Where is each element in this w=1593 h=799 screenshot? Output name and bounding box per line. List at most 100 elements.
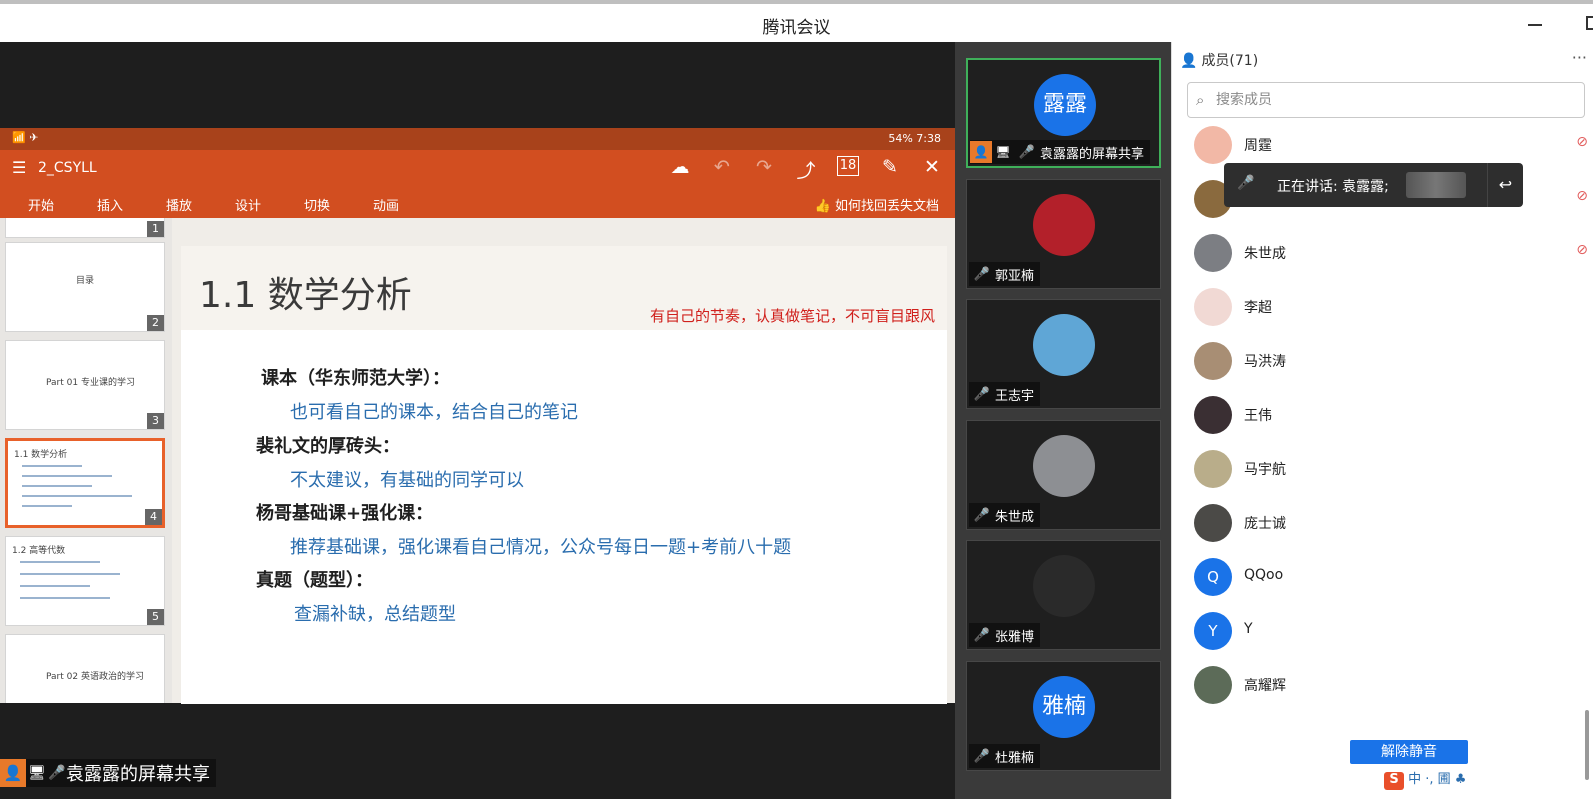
slide-text: 不太建议，有基础的同学可以 xyxy=(290,470,524,491)
person-icon: 👤 xyxy=(0,759,26,787)
search-icon: ⌕ xyxy=(1196,91,1205,109)
video-tile[interactable]: 🎤 王志宇 xyxy=(966,299,1161,409)
member-row[interactable]: 李超 xyxy=(1194,286,1574,330)
tab-start[interactable]: 开始 xyxy=(28,195,54,214)
video-tile[interactable]: 🎤 张雅博 xyxy=(966,540,1161,650)
search-input[interactable] xyxy=(1216,89,1576,111)
avatar: 露露 xyxy=(1034,74,1096,136)
unmute-button[interactable]: 解除静音 xyxy=(1350,740,1468,764)
person-icon: 👤 xyxy=(1180,53,1198,69)
member-row[interactable]: Q QQoo xyxy=(1194,556,1574,600)
page-count-icon[interactable]: 18 xyxy=(837,156,859,176)
avatar xyxy=(1033,435,1095,497)
slide-title: 1.1 数学分析 xyxy=(199,275,412,316)
window-title: 腾讯会议 xyxy=(762,18,831,38)
maximize-button[interactable] xyxy=(1586,16,1593,30)
slide-text: 推荐基础课，强化课看自己情况，公众号每日一题+考前八十题 xyxy=(290,537,792,558)
video-tiles: 露露 👤 🖥 🎤 袁露露的屏幕共享 🎤 郭亚楠 🎤 王志宇 🎤 朱世成 🎤 张雅… xyxy=(955,42,1171,799)
mic-muted-icon[interactable]: ⊘ xyxy=(1576,188,1588,204)
slide-heading: 真题（题型）： xyxy=(256,570,373,591)
mic-muted-icon[interactable]: ⊘ xyxy=(1576,134,1588,150)
video-tile[interactable]: 🎤 朱世成 xyxy=(966,420,1161,530)
tile-label: 🎤 杜雅楠 xyxy=(969,744,1041,768)
avatar xyxy=(1194,288,1232,326)
microphone-icon: 🎤 xyxy=(1018,144,1036,160)
slide-thumb[interactable]: 1 xyxy=(5,218,165,238)
ribbon: 开始 插入 播放 设计 切换 动画 👍 如何找回丢失文档 xyxy=(0,186,955,218)
member-row[interactable]: Y Y xyxy=(1194,610,1574,654)
speaking-indicator: 🎤 正在讲话: 袁露露; ↩ xyxy=(1224,163,1523,207)
mic-muted-icon: 🎤 xyxy=(973,507,991,523)
tab-animation[interactable]: 动画 xyxy=(373,195,399,214)
phone-status-bar: 📶 ✈ 54% 7:38 xyxy=(0,128,955,150)
mic-muted-icon[interactable]: 🎤 xyxy=(1236,175,1256,191)
avatar: Y xyxy=(1194,612,1232,650)
undo-icon[interactable]: ↶ xyxy=(711,156,733,183)
mic-muted-icon[interactable]: ⊘ xyxy=(1576,242,1588,258)
current-slide: 1.1 数学分析 有自己的节奏，认真做笔记，不可盲目跟风 课本（华东师范大学）：… xyxy=(181,246,947,704)
tab-insert[interactable]: 插入 xyxy=(97,195,123,214)
member-row[interactable]: 庞士诚 xyxy=(1194,502,1574,546)
shared-phone-screen: 📶 ✈ 54% 7:38 ☰ 2_CSYLL ☁ ↶ ↷ ⤴ 18 ✎ ✕ 开始… xyxy=(0,128,955,704)
slide-thumb[interactable]: 1.2 高等代数 5 xyxy=(5,536,165,626)
video-tile[interactable]: 🎤 郭亚楠 xyxy=(966,179,1161,289)
avatar xyxy=(1033,314,1095,376)
menu-icon[interactable]: ☰ xyxy=(12,158,26,177)
speaking-text: 正在讲话: 袁露露; xyxy=(1277,179,1389,195)
person-icon: 👤 xyxy=(970,141,992,163)
mic-muted-icon: 🎤 xyxy=(973,748,991,764)
slide-thumb-selected[interactable]: 1.1 数学分析 4 xyxy=(5,438,165,528)
slide-thumb[interactable]: Part 01 专业课的学习 3 xyxy=(5,340,165,430)
slide-thumb[interactable]: 目录 2 xyxy=(5,242,165,332)
more-options-icon[interactable]: ··· xyxy=(1572,48,1587,67)
member-row[interactable]: 马洪涛 xyxy=(1194,340,1574,384)
avatar xyxy=(1033,194,1095,256)
slide-motto: 有自己的节奏，认真做笔记，不可盲目跟风 xyxy=(649,307,935,325)
edit-icon[interactable]: ✎ xyxy=(879,156,901,183)
slide-text: 查漏补缺，总结题型 xyxy=(294,604,456,625)
video-tile[interactable]: 雅楠 🎤 杜雅楠 xyxy=(966,661,1161,771)
mic-muted-icon: 🎤 xyxy=(973,266,991,282)
slide-text: 也可看自己的课本，结合自己的笔记 xyxy=(290,402,578,423)
tab-design[interactable]: 设计 xyxy=(235,195,261,214)
slide-thumb[interactable]: Part 02 英语政治的学习 xyxy=(5,634,165,703)
close-icon[interactable]: ✕ xyxy=(921,156,943,183)
avatar xyxy=(1194,450,1232,488)
member-row[interactable]: 朱世成 ⊘ xyxy=(1194,232,1588,276)
avatar xyxy=(1194,234,1232,272)
slide-heading: 杨哥基础课+强化课： xyxy=(256,503,434,524)
tab-transition[interactable]: 切换 xyxy=(304,195,330,214)
slide-thumbnails: 1 目录 2 Part 01 专业课的学习 3 1.1 数学分析 4 1.2 高… xyxy=(0,218,172,703)
microphone-icon: 🎤 xyxy=(48,765,66,781)
members-scrollbar[interactable] xyxy=(1585,710,1589,780)
member-row[interactable]: 马宇航 xyxy=(1194,448,1574,492)
minimize-button[interactable] xyxy=(1528,24,1542,26)
members-header: 👤 成员(71) xyxy=(1180,53,1259,69)
cloud-upload-icon[interactable]: ☁ xyxy=(669,156,691,183)
tile-label: 🎤 朱世成 xyxy=(969,503,1041,527)
help-link[interactable]: 👍 如何找回丢失文档 xyxy=(815,195,939,214)
tile-label: 🎤 郭亚楠 xyxy=(969,262,1041,286)
title-bar: 腾讯会议 xyxy=(0,0,1593,42)
thumb-up-icon: 👍 xyxy=(814,199,835,214)
reply-icon[interactable]: ↩ xyxy=(1487,163,1523,207)
sharer-label: 👤 🖥 🎤 袁露露的屏幕共享 xyxy=(0,759,216,787)
video-tile[interactable]: 露露 👤 🖥 🎤 袁露露的屏幕共享 xyxy=(966,58,1161,168)
avatar xyxy=(1194,666,1232,704)
avatar xyxy=(1033,555,1095,617)
member-row[interactable]: 周霆 ⊘ xyxy=(1194,124,1588,168)
share-icon[interactable]: ⤴ xyxy=(795,156,817,183)
redo-icon[interactable]: ↷ xyxy=(753,156,775,183)
ime-toolbar[interactable]: S 中 ·, 圃 ♣ xyxy=(1384,768,1466,794)
app-toolbar: ☁ ↶ ↷ ⤴ 18 ✎ ✕ xyxy=(669,156,943,183)
member-search[interactable]: ⌕ xyxy=(1187,82,1585,118)
members-panel: 👤成员(71) ··· ⌕ 周霆 ⊘ ⊘ 朱世成 ⊘ 李超 马洪涛 王伟 马宇航… xyxy=(1171,42,1593,799)
screen-share-icon: 🖥 xyxy=(28,765,46,781)
avatar: Q xyxy=(1194,558,1232,596)
tab-play[interactable]: 播放 xyxy=(166,195,192,214)
avatar xyxy=(1194,126,1232,164)
member-row[interactable]: 高耀辉 xyxy=(1194,664,1574,708)
tile-label: 🎤 王志宇 xyxy=(969,382,1041,406)
avatar xyxy=(1194,504,1232,542)
member-row[interactable]: 王伟 xyxy=(1194,394,1574,438)
